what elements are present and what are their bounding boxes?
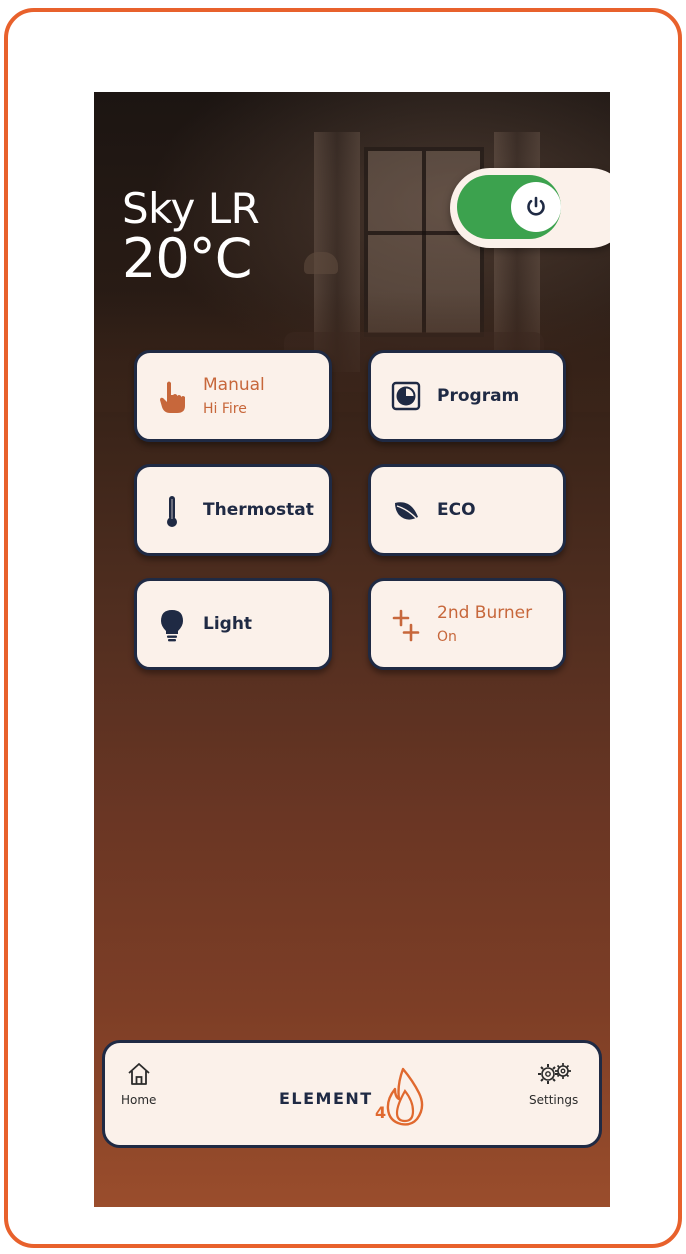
program-mode-button[interactable]: Program [368,350,566,442]
bottom-navigation: Home ELEMENT 4 Settings [102,1040,602,1148]
power-toggle-track [457,175,561,239]
manual-mode-button[interactable]: Manual Hi Fire [134,350,332,442]
home-icon [128,1063,150,1085]
mode-label: ECO [437,500,476,520]
nav-settings-label: Settings [529,1093,579,1107]
power-toggle[interactable] [450,168,610,248]
thermostat-mode-button[interactable]: Thermostat [134,464,332,556]
gears-icon [537,1063,571,1084]
leaf-icon [395,502,418,520]
nav-settings[interactable]: Settings [529,1061,578,1107]
hand-pointer-icon [160,381,185,413]
mode-label: Thermostat [203,500,314,520]
light-mode-button[interactable]: Light [134,578,332,670]
mode-sub-label: Hi Fire [203,401,247,417]
clock-icon [391,381,421,411]
room-temperature: 20°C [122,227,252,290]
room-name: Sky LR [122,184,260,233]
nav-home-label: Home [121,1093,157,1107]
mode-sub-label: On [437,629,457,645]
phone-screen: Sky LR 20°C Manual Hi Fire Program Therm… [94,92,610,1207]
mode-label: Program [437,386,520,406]
eco-mode-button[interactable]: ECO [368,464,566,556]
nav-home[interactable]: Home [121,1061,156,1107]
plus-plus-icon [392,609,420,642]
power-icon [527,196,545,216]
lightbulb-icon [161,610,183,642]
mode-label: Light [203,614,253,634]
second-burner-mode-button[interactable]: 2nd Burner On [368,578,566,670]
mode-label: Manual [203,375,265,395]
power-toggle-knob [511,182,561,232]
mode-label: 2nd Burner [437,603,533,623]
flame-icon [386,1067,424,1126]
element4-logo: ELEMENT 4 [279,1067,439,1131]
thermometer-icon [167,496,177,527]
